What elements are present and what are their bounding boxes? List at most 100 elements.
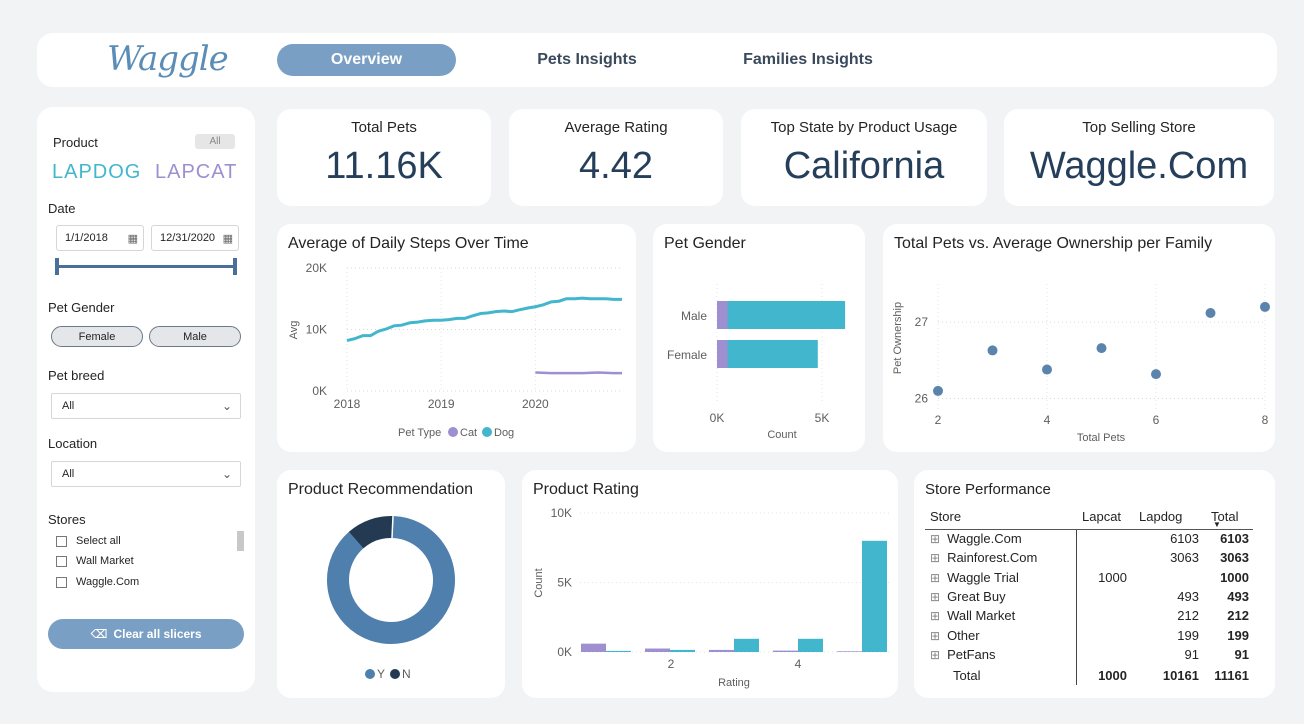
expand-icon[interactable]: ⊞ xyxy=(930,648,940,662)
legend-n-label: N xyxy=(402,667,411,681)
bar-cat xyxy=(837,651,862,652)
scatter-point xyxy=(987,345,998,356)
store-option-select-all[interactable]: Select all xyxy=(56,535,121,547)
pet-breed-dropdown[interactable]: All ⌄ xyxy=(51,393,241,419)
store-name: Rainforest.Com xyxy=(947,550,1038,566)
kpi-title: Average Rating xyxy=(564,119,668,136)
tab-families-insights[interactable]: Families Insights xyxy=(727,44,889,76)
stores-scrollbar[interactable] xyxy=(237,531,244,551)
lapdog-brand-button[interactable]: LAPDOG xyxy=(52,161,141,184)
calendar-icon[interactable]: ▦ xyxy=(128,232,138,245)
value-cell: 212 xyxy=(1177,608,1199,624)
product-label: Product xyxy=(53,135,98,150)
kpi-average-rating: Average Rating 4.42 xyxy=(509,109,723,206)
tab-pets-insights[interactable]: Pets Insights xyxy=(507,44,667,76)
tab-overview[interactable]: Overview xyxy=(277,44,456,76)
expand-icon[interactable]: ⊞ xyxy=(930,629,940,643)
donut-slice-y xyxy=(327,516,455,644)
store-option-waggle-com[interactable]: Waggle.Com xyxy=(56,576,139,588)
kpi-value: 11.16K xyxy=(325,145,443,187)
start-date-input[interactable]: 1/1/2018 ▦ xyxy=(56,225,144,251)
pet-gender-chart-card: Pet Gender Count Male Female 0K 5K xyxy=(653,224,865,452)
column-header-lapcat[interactable]: Lapcat xyxy=(1076,505,1133,529)
female-filter-button[interactable]: Female xyxy=(51,326,143,347)
y-tick-label: 0K xyxy=(312,384,327,398)
line-series-dog xyxy=(346,296,622,343)
store-name: Waggle Trial xyxy=(947,569,1019,585)
y-axis-label: Pet Ownership xyxy=(892,302,904,374)
total-value-cell: 1000 xyxy=(1098,667,1127,683)
table-row[interactable]: ⊞ Great Buy 493 493 xyxy=(925,587,1253,606)
pet-gender-label: Pet Gender xyxy=(48,300,115,315)
value-cell: 493 xyxy=(1177,589,1199,605)
store-table-wrapper: Store Lapcat Lapdog Total ▼ ⊞ Waggle.Com 61… xyxy=(925,505,1253,686)
end-date-input[interactable]: 12/31/2020 ▦ xyxy=(151,225,239,251)
expand-icon[interactable]: ⊞ xyxy=(930,551,940,565)
calendar-icon[interactable]: ▦ xyxy=(223,232,233,245)
y-tick-label: 0K xyxy=(557,645,572,659)
y-tick-label: 10K xyxy=(306,323,327,337)
pet-breed-label: Pet breed xyxy=(48,368,105,383)
checkbox-icon[interactable] xyxy=(56,535,67,547)
value-cell: 6103 xyxy=(1220,531,1249,547)
table-row[interactable]: ⊞ Rainforest.Com 3063 3063 xyxy=(925,548,1253,567)
ownership-scatter-card: Total Pets vs. Average Ownership per Fam… xyxy=(883,224,1275,452)
date-label: Date xyxy=(48,201,76,216)
daily-steps-chart: Avg Pet Type Cat Dog 0K 10K 20K 2018 2019 202… xyxy=(288,261,622,439)
store-name: Other xyxy=(947,627,980,643)
expand-icon[interactable]: ⊞ xyxy=(930,609,940,623)
waggle-logo: Waggle xyxy=(107,39,229,79)
kpi-top-store: Top Selling Store Waggle.Com xyxy=(1004,109,1274,206)
checkbox-icon[interactable] xyxy=(56,555,67,567)
total-label-cell: Total xyxy=(953,667,981,683)
recommendation-donut-chart: Y N xyxy=(327,515,455,681)
scatter-point xyxy=(1096,343,1107,354)
y-tick-label: 26 xyxy=(915,392,929,406)
value-cell: 3063 xyxy=(1170,550,1199,566)
scatter-point xyxy=(1205,308,1216,319)
column-header-lapdog[interactable]: Lapdog xyxy=(1133,505,1203,529)
legend-title: Pet Type xyxy=(398,427,441,439)
expand-icon[interactable]: ⊞ xyxy=(930,532,940,546)
bar-cat xyxy=(709,649,734,652)
clear-all-slicers-button[interactable]: ⌫ Clear all slicers xyxy=(48,619,244,649)
product-all-button[interactable]: All xyxy=(195,134,235,149)
location-dropdown[interactable]: All ⌄ xyxy=(51,461,241,487)
x-tick-label: 4 xyxy=(795,657,802,671)
date-slider-start-handle[interactable] xyxy=(55,258,59,275)
scatter-point xyxy=(1042,364,1052,375)
bar-dog xyxy=(734,638,759,652)
male-filter-button[interactable]: Male xyxy=(149,326,241,347)
table-row[interactable]: ⊞ Other 199 199 xyxy=(925,625,1253,644)
legend-cat-dot xyxy=(448,427,458,437)
lapcat-brand-button[interactable]: LAPCAT xyxy=(155,161,237,184)
sort-desc-icon: ▼ xyxy=(1213,520,1221,529)
kpi-total-pets: Total Pets 11.16K xyxy=(277,109,491,206)
column-header-total[interactable]: Total ▼ xyxy=(1203,505,1253,529)
store-name-cell: ⊞ Waggle.Com xyxy=(925,529,1076,548)
legend-dog-dot xyxy=(482,427,492,437)
y-axis-label: Count xyxy=(533,568,545,597)
table-total-row: Total 1000 10161 11161 xyxy=(925,664,1253,686)
date-range-slider[interactable] xyxy=(57,265,235,268)
store-name: Waggle.Com xyxy=(947,531,1022,547)
x-tick-label: 2 xyxy=(668,657,675,671)
column-header-store[interactable]: Store xyxy=(925,505,1076,529)
expand-icon[interactable]: ⊞ xyxy=(930,571,940,585)
table-row[interactable]: ⊞ Waggle Trial 1000 1000 xyxy=(925,568,1253,587)
store-option-wall-market[interactable]: Wall Market xyxy=(56,555,134,567)
table-column-divider xyxy=(1076,530,1077,685)
value-cell: 91 xyxy=(1234,646,1249,662)
expand-icon[interactable]: ⊞ xyxy=(930,590,940,604)
table-row[interactable]: ⊞ PetFans 91 91 xyxy=(925,645,1253,664)
table-row[interactable]: ⊞ Wall Market 212 212 xyxy=(925,606,1253,625)
clear-button-label: Clear all slicers xyxy=(113,627,202,641)
bar-cat xyxy=(645,648,670,652)
location-value: All xyxy=(62,468,75,480)
checkbox-icon[interactable] xyxy=(56,576,67,588)
date-slider-end-handle[interactable] xyxy=(233,258,237,275)
x-tick-label: 0K xyxy=(710,411,725,425)
x-tick-label: 6 xyxy=(1153,413,1160,427)
table-row[interactable]: ⊞ Waggle.Com 6103 6103 xyxy=(925,529,1253,548)
table-title: Store Performance xyxy=(925,481,1051,498)
